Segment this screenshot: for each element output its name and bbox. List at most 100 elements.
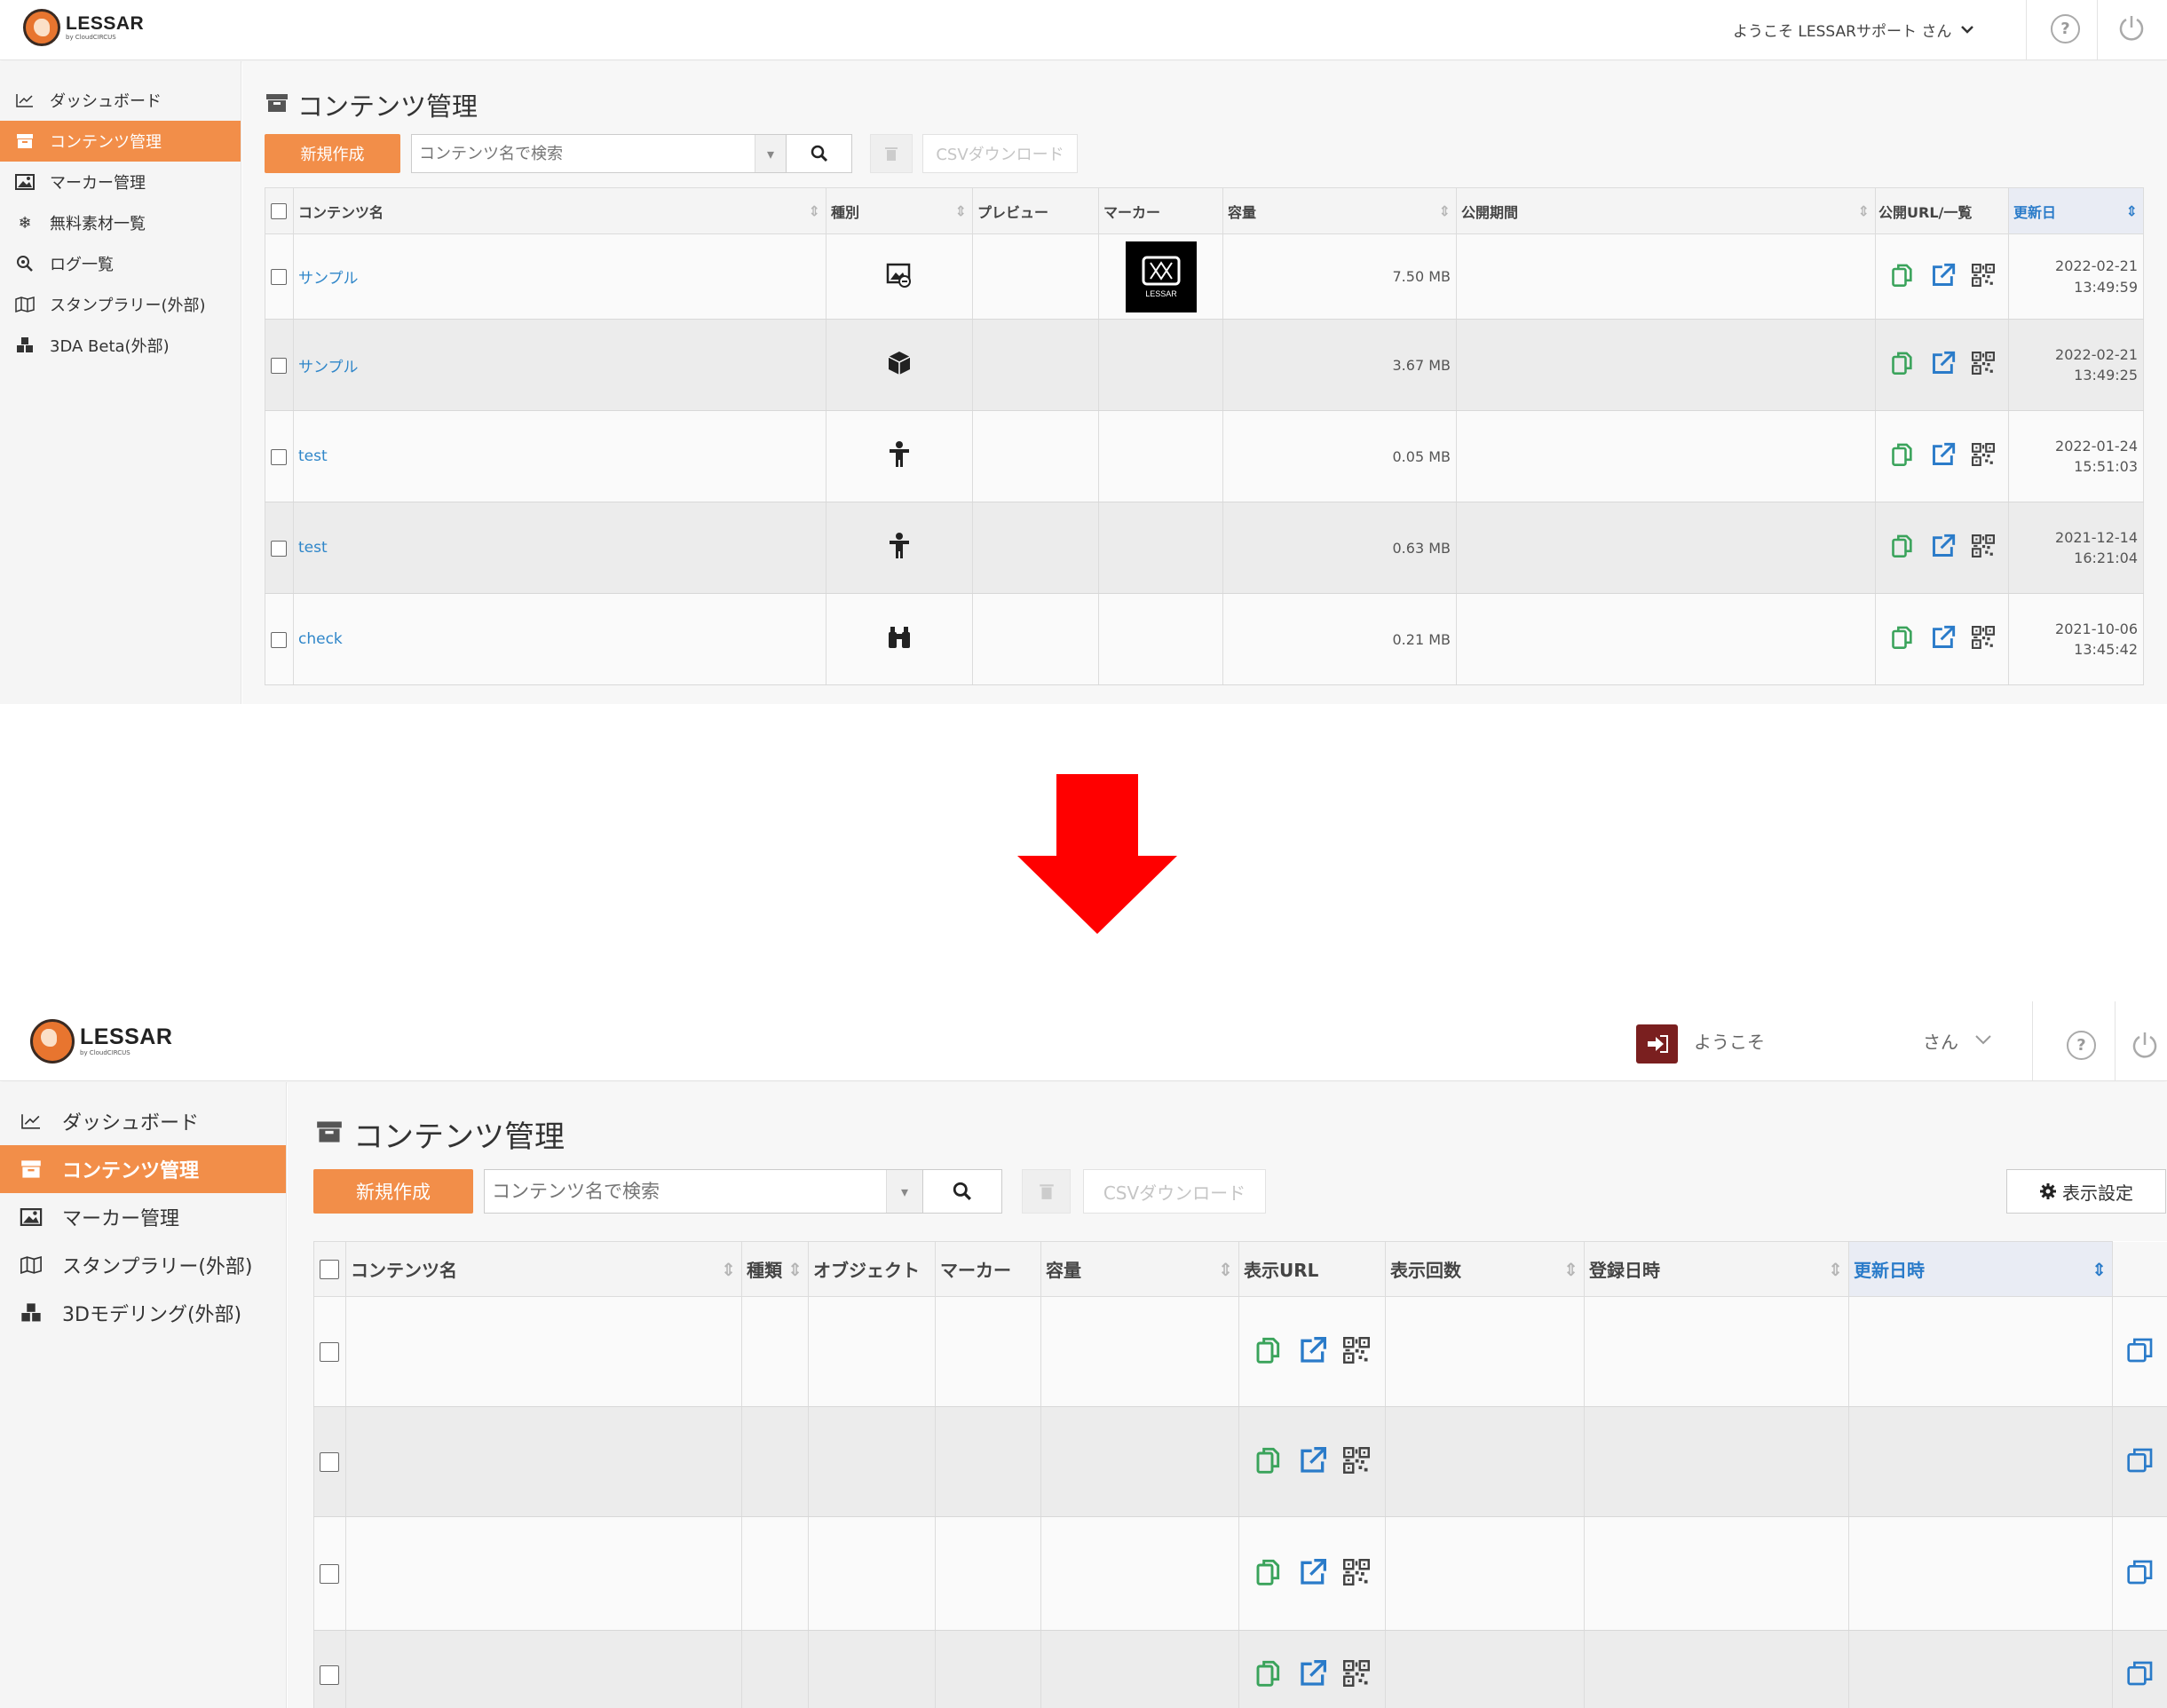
- content-name-link[interactable]: check: [298, 630, 343, 648]
- copy-url-icon[interactable]: [1890, 442, 1915, 470]
- search-input[interactable]: [485, 1181, 884, 1202]
- row-checkbox[interactable]: [271, 357, 287, 374]
- lessar-logo[interactable]: LESSAR by CloudCIRCUS: [23, 9, 144, 46]
- row-checkbox[interactable]: [320, 1341, 339, 1362]
- help-icon[interactable]: ?: [2051, 14, 2080, 43]
- help-icon[interactable]: ?: [2067, 1031, 2096, 1060]
- copy-url-icon[interactable]: [1890, 351, 1915, 379]
- open-url-icon[interactable]: [1299, 1558, 1327, 1590]
- row-select[interactable]: [265, 593, 294, 685]
- csv-download-button[interactable]: CSVダウンロード: [1083, 1169, 1266, 1214]
- copy-url-icon[interactable]: [1254, 1558, 1283, 1590]
- open-url-icon[interactable]: [1931, 534, 1956, 562]
- sidebar-item-contents[interactable]: コンテンツ管理: [0, 121, 241, 162]
- open-url-icon[interactable]: [1931, 263, 1956, 291]
- copy-url-icon[interactable]: [1890, 534, 1915, 562]
- row-select[interactable]: [313, 1296, 346, 1407]
- qr-code-icon[interactable]: [1971, 352, 1995, 378]
- qr-code-icon[interactable]: [1343, 1336, 1370, 1367]
- delete-button[interactable]: [1022, 1169, 1071, 1214]
- row-select[interactable]: [265, 410, 294, 502]
- duplicate-icon[interactable]: [2112, 1516, 2167, 1631]
- chevron-down-icon[interactable]: ▾: [755, 135, 786, 172]
- avatar[interactable]: [1636, 1024, 1678, 1064]
- power-icon[interactable]: [2129, 1029, 2161, 1064]
- qr-code-icon[interactable]: [1971, 626, 1995, 652]
- sidebar-item-markers[interactable]: マーカー管理: [0, 162, 241, 202]
- duplicate-icon[interactable]: [2112, 1296, 2167, 1407]
- duplicate-icon[interactable]: [2112, 1406, 2167, 1517]
- open-url-icon[interactable]: [1931, 351, 1956, 379]
- sidebar-item-stamp-rally[interactable]: スタンプラリー(外部): [0, 284, 241, 325]
- qr-code-icon[interactable]: [1971, 443, 1995, 470]
- row-checkbox[interactable]: [271, 269, 287, 286]
- search-button[interactable]: [786, 134, 852, 173]
- row-select[interactable]: [265, 502, 294, 594]
- row-select[interactable]: [265, 319, 294, 411]
- column-header-updated[interactable]: 更新日 ⇕: [2008, 187, 2144, 234]
- sidebar-item-free-materials[interactable]: ❄ 無料素材一覧: [0, 202, 241, 243]
- sidebar-item-contents[interactable]: コンテンツ管理: [0, 1145, 286, 1193]
- open-url-icon[interactable]: [1931, 625, 1956, 653]
- user-menu[interactable]: ようこそ LESSARサポート さん: [1733, 0, 1974, 59]
- row-checkbox[interactable]: [320, 1451, 339, 1472]
- qr-code-icon[interactable]: [1971, 263, 1995, 290]
- sidebar-item-3d-modeling[interactable]: 3Dモデリング(外部): [0, 1289, 286, 1337]
- sidebar-item-3da-beta[interactable]: 3DA Beta(外部): [0, 325, 241, 366]
- power-icon[interactable]: [2116, 12, 2147, 46]
- qr-code-icon[interactable]: [1971, 534, 1995, 561]
- new-content-button[interactable]: 新規作成: [313, 1169, 473, 1214]
- user-menu[interactable]: ようこそ さん: [1694, 1001, 1992, 1080]
- chevron-down-icon[interactable]: ▾: [886, 1170, 922, 1213]
- search-button[interactable]: [922, 1169, 1002, 1214]
- content-name-link[interactable]: サンプル: [298, 359, 359, 376]
- qr-code-icon[interactable]: [1343, 1659, 1370, 1690]
- new-content-button[interactable]: 新規作成: [265, 134, 400, 173]
- column-header-size[interactable]: 容量 ⇕: [1222, 187, 1457, 234]
- content-name-link[interactable]: test: [298, 447, 328, 465]
- lessar-logo[interactable]: LESSAR by CloudCIRCUS: [30, 1019, 172, 1064]
- open-url-icon[interactable]: [1299, 1336, 1327, 1368]
- header-select-all[interactable]: [265, 187, 294, 234]
- sidebar-item-stamp-rally[interactable]: スタンプラリー(外部): [0, 1241, 286, 1289]
- row-checkbox[interactable]: [320, 1563, 339, 1584]
- row-checkbox[interactable]: [320, 1665, 339, 1685]
- content-name-link[interactable]: test: [298, 539, 328, 557]
- csv-download-button[interactable]: CSVダウンロード: [922, 134, 1078, 173]
- header-select-all[interactable]: [313, 1241, 346, 1297]
- open-url-icon[interactable]: [1299, 1659, 1327, 1691]
- row-checkbox[interactable]: [271, 448, 287, 465]
- column-header-type[interactable]: 種類 ⇕: [741, 1241, 809, 1297]
- content-name-link[interactable]: サンプル: [298, 270, 359, 288]
- sidebar-item-markers[interactable]: マーカー管理: [0, 1193, 286, 1241]
- column-header-views[interactable]: 表示回数 ⇕: [1385, 1241, 1585, 1297]
- row-checkbox[interactable]: [271, 631, 287, 648]
- marker-thumbnail[interactable]: LESSAR: [1125, 241, 1197, 312]
- sidebar-item-dashboard[interactable]: ダッシュボード: [0, 80, 241, 121]
- column-header-registered[interactable]: 登録日時 ⇕: [1584, 1241, 1849, 1297]
- delete-button[interactable]: [870, 134, 913, 173]
- search-input[interactable]: [412, 144, 753, 163]
- column-header-period[interactable]: 公開期間 ⇕: [1456, 187, 1876, 234]
- qr-code-icon[interactable]: [1343, 1558, 1370, 1589]
- row-checkbox[interactable]: [271, 540, 287, 557]
- open-url-icon[interactable]: [1299, 1446, 1327, 1478]
- copy-url-icon[interactable]: [1890, 625, 1915, 653]
- column-header-type[interactable]: 種別 ⇕: [826, 187, 973, 234]
- sidebar-item-logs[interactable]: ログ一覧: [0, 243, 241, 284]
- qr-code-icon[interactable]: [1343, 1446, 1370, 1477]
- row-select[interactable]: [313, 1516, 346, 1631]
- select-all-checkbox[interactable]: [271, 203, 287, 220]
- column-header-updated[interactable]: 更新日時 ⇕: [1848, 1241, 2113, 1297]
- duplicate-icon[interactable]: [2112, 1630, 2167, 1708]
- display-settings-button[interactable]: 表示設定: [2006, 1169, 2166, 1214]
- column-header-name[interactable]: コンテンツ名 ⇕: [345, 1241, 742, 1297]
- select-all-checkbox[interactable]: [320, 1259, 339, 1279]
- column-header-name[interactable]: コンテンツ名 ⇕: [293, 187, 826, 234]
- copy-url-icon[interactable]: [1254, 1336, 1283, 1368]
- row-select[interactable]: [313, 1406, 346, 1517]
- open-url-icon[interactable]: [1931, 442, 1956, 470]
- copy-url-icon[interactable]: [1890, 263, 1915, 291]
- copy-url-icon[interactable]: [1254, 1659, 1283, 1691]
- column-header-size[interactable]: 容量 ⇕: [1040, 1241, 1239, 1297]
